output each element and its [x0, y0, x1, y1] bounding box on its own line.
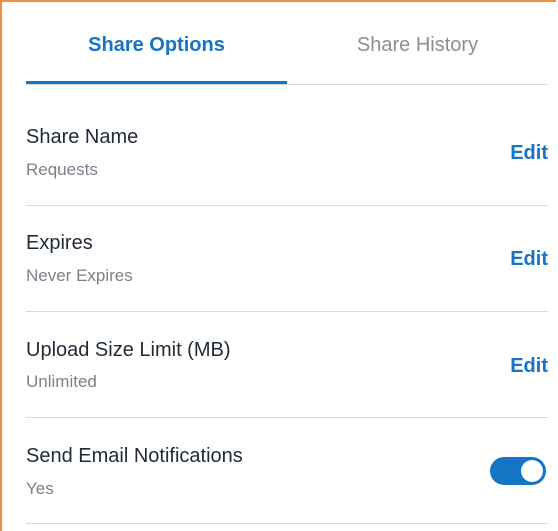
- toggle-knob: [521, 460, 543, 482]
- expires-value: Never Expires: [26, 266, 133, 285]
- setting-row-share-name: Share Name Requests Edit: [26, 100, 548, 206]
- setting-row-email-notifications: Send Email Notifications Yes: [26, 418, 548, 524]
- tab-share-history[interactable]: Share History: [287, 2, 548, 84]
- share-settings-panel: Share Options Share History Share Name R…: [0, 0, 556, 531]
- share-name-label: Share Name: [26, 126, 139, 148]
- active-tab-indicator: [26, 81, 287, 84]
- tab-bar: Share Options Share History: [26, 2, 548, 85]
- email-notifications-label: Send Email Notifications: [26, 445, 243, 467]
- edit-share-name-button[interactable]: Edit: [510, 142, 548, 165]
- share-name-value: Requests: [26, 160, 98, 179]
- edit-expires-button[interactable]: Edit: [510, 248, 548, 271]
- expires-label: Expires: [26, 232, 93, 254]
- edit-upload-size-limit-button[interactable]: Edit: [510, 355, 548, 378]
- email-notifications-toggle[interactable]: [490, 457, 546, 485]
- tab-share-options[interactable]: Share Options: [26, 2, 287, 84]
- upload-size-limit-label: Upload Size Limit (MB): [26, 339, 231, 361]
- setting-row-expires: Expires Never Expires Edit: [26, 206, 548, 312]
- email-notifications-value: Yes: [26, 479, 54, 498]
- upload-size-limit-value: Unlimited: [26, 372, 97, 391]
- setting-row-upload-size-limit: Upload Size Limit (MB) Unlimited Edit: [26, 312, 548, 418]
